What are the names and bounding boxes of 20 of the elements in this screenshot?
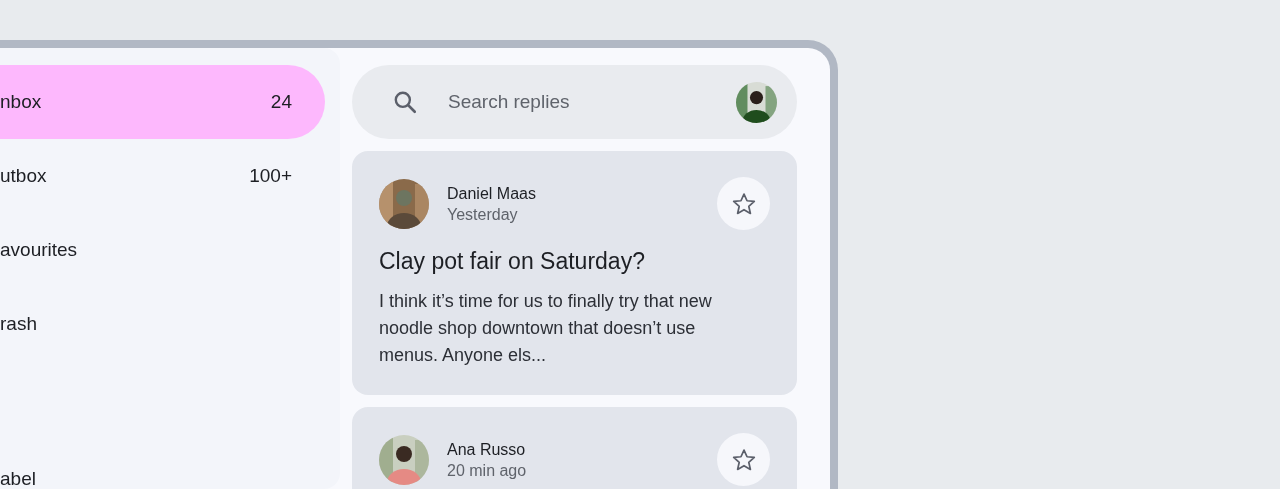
nav-item[interactable]: utbox 100+ <box>0 139 325 213</box>
star-icon <box>730 190 757 217</box>
email-card[interactable]: Ana Russo 20 min ago <box>352 407 797 489</box>
nav-item[interactable]: avourites <box>0 213 325 287</box>
email-card[interactable]: Daniel Maas Yesterday Clay pot fair on Saturday? I think it’s time for us to finally try that new noodle shop downtown that doesn’t use menus. Anyone els... <box>352 151 797 395</box>
sender-name: Ana Russo <box>447 439 527 460</box>
nav-item[interactable]: nbox 24 <box>0 65 325 139</box>
search-bar[interactable]: Search replies <box>352 65 797 139</box>
star-button[interactable] <box>717 177 770 230</box>
nav-item[interactable]: abel <box>0 468 325 489</box>
star-button[interactable] <box>717 433 770 486</box>
email-preview: I think it’s time for us to finally try that new noodle shop downtown that doesn’t use menus. Anyone els... <box>379 290 713 367</box>
search-icon <box>392 89 418 115</box>
sender-name: Daniel Maas <box>447 183 537 204</box>
email-time: 20 min ago <box>447 460 528 481</box>
star-icon <box>730 446 757 473</box>
email-time: Yesterday <box>447 204 519 225</box>
search-field[interactable]: Search replies <box>448 87 736 117</box>
nav-item[interactable]: rash <box>0 287 325 361</box>
email-subject: Clay pot fair on Saturday? <box>379 247 646 276</box>
